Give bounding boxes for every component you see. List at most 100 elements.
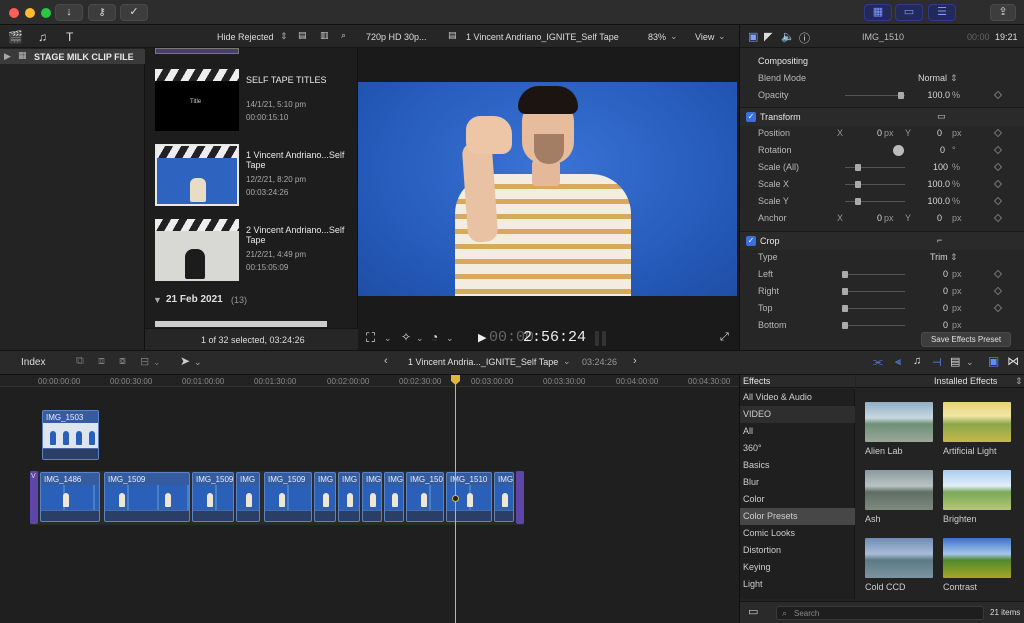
keyframe-diamond-icon[interactable] (993, 303, 1003, 313)
crop-overlay-icon[interactable]: ⌐ (937, 235, 942, 245)
filmstrip-icon[interactable]: ▥ (320, 30, 329, 41)
close-window-button[interactable] (9, 8, 19, 18)
effects-category[interactable]: Basics (740, 457, 855, 474)
crop-bottom-slider-knob[interactable] (842, 322, 848, 329)
keyframe-diamond-icon[interactable] (993, 269, 1003, 279)
storyline-end-handle[interactable] (516, 471, 524, 524)
opacity-value[interactable]: 100.0 (924, 90, 950, 100)
retime-speed-icon[interactable]: ◔ (431, 330, 438, 344)
crop-type-select[interactable]: Trim (930, 252, 948, 262)
crop-left-value[interactable]: 0 (938, 269, 948, 279)
blend-mode-select[interactable]: Normal (918, 73, 947, 83)
effects-category[interactable]: Light (740, 576, 855, 593)
crop-right-slider[interactable] (845, 291, 905, 292)
effects-category[interactable]: Keying (740, 559, 855, 576)
timeline-project-name[interactable]: 1 Vincent Andria..._IGNITE_Self Tape (408, 357, 558, 367)
photos-icon[interactable]: ♫ (38, 30, 47, 44)
keyframe-diamond-icon[interactable] (993, 90, 1003, 100)
effect-thumbnail[interactable] (943, 538, 1011, 578)
video-frame[interactable] (358, 82, 737, 296)
scale-x-value[interactable]: 100.0 (924, 179, 950, 189)
info-icon[interactable]: ⓘ (799, 30, 810, 46)
crop-right-slider-knob[interactable] (842, 288, 848, 295)
headphones-icon[interactable]: ♫ (913, 355, 921, 367)
position-x-value[interactable]: 0 (872, 128, 882, 138)
crop-left-slider-knob[interactable] (842, 271, 848, 278)
scale-y-value[interactable]: 100.0 (924, 196, 950, 206)
forward-arrow-icon[interactable]: › (633, 355, 637, 367)
installed-effects-header[interactable]: Installed Effects ⇕ (856, 375, 1024, 388)
effect-thumbnail[interactable] (865, 402, 933, 442)
effect-thumbnail[interactable] (943, 470, 1011, 510)
connect-clip-icon[interactable]: ⧉ (76, 355, 84, 368)
library-clapper-icon[interactable]: 🎬 (8, 30, 23, 44)
list-item[interactable]: 2 Vincent Andriano...Self Tape 21/2/21, … (145, 217, 358, 287)
video-inspector-icon[interactable]: ▣ (748, 30, 758, 43)
timeline-clip[interactable]: IMG (338, 472, 360, 522)
clip-thumbnail-partial[interactable] (155, 48, 239, 54)
disclosure-triangle-icon[interactable]: ▶ (4, 51, 11, 62)
clip-thumbnail[interactable]: Title (155, 69, 239, 131)
scale-all-value[interactable]: 100 (930, 162, 948, 172)
scale-y-slider-knob[interactable] (855, 198, 861, 205)
timeline-toggle-button[interactable]: ▭ (895, 4, 923, 21)
color-inspector-icon[interactable]: ◤ (764, 30, 772, 43)
rotation-dial[interactable] (893, 145, 904, 156)
keyframe-diamond-icon[interactable] (993, 128, 1003, 138)
timeline-clip[interactable]: IMG (384, 472, 404, 522)
filter-select[interactable]: Hide Rejected (217, 32, 274, 42)
effects-category-selected[interactable]: Color Presets (740, 508, 855, 525)
scale-x-slider[interactable] (845, 184, 905, 185)
transform-section[interactable]: ✓ Transform ▭ (740, 107, 1024, 126)
effects-category[interactable]: Distortion (740, 542, 855, 559)
transitions-browser-icon[interactable]: ⋈ (1007, 354, 1019, 368)
list-item[interactable]: Title SELF TAPE TITLES 14/1/21, 5:10 pm … (145, 67, 358, 137)
crop-checkbox[interactable]: ✓ (746, 236, 756, 246)
keyframe-diamond-icon[interactable] (993, 179, 1003, 189)
index-button[interactable]: Index (21, 357, 45, 368)
share-button[interactable]: ⇪ (990, 4, 1016, 21)
anchor-x-value[interactable]: 0 (872, 213, 882, 223)
insert-clip-icon[interactable]: ⧈ (98, 355, 105, 368)
effects-category[interactable]: Comic Looks (740, 525, 855, 542)
scale-x-slider-knob[interactable] (855, 181, 861, 188)
timeline-clip[interactable]: IMG (362, 472, 382, 522)
scale-all-slider[interactable] (845, 167, 905, 168)
effect-thumbnail[interactable] (865, 470, 933, 510)
audio-inspector-icon[interactable]: 🔈 (781, 30, 795, 43)
effects-category[interactable]: All (740, 423, 855, 440)
installed-effects-select[interactable]: Installed Effects (934, 376, 997, 386)
library-event-item[interactable]: ▶ ▦ STAGE MILK CLIP FILE (0, 49, 145, 64)
keyframe-diamond-icon[interactable] (993, 162, 1003, 172)
scale-all-slider-knob[interactable] (855, 164, 861, 171)
crop-left-slider[interactable] (845, 274, 905, 275)
rotation-value[interactable]: 0 (935, 145, 945, 155)
crop-bottom-slider[interactable] (845, 325, 905, 326)
crop-right-value[interactable]: 0 (938, 286, 948, 296)
keyframe-diamond-icon[interactable] (993, 213, 1003, 223)
clip-appearance-icon[interactable]: ▤ (298, 30, 307, 41)
clip-thumbnail[interactable] (155, 219, 239, 281)
keywords-button[interactable]: ⚷ (88, 4, 116, 21)
effects-browser-icon[interactable]: ▣ (988, 354, 999, 368)
audio-waveform-icon[interactable]: ⫘ (873, 356, 883, 369)
magic-wand-icon[interactable]: ✧ (401, 330, 411, 344)
opacity-slider[interactable] (845, 95, 905, 96)
transform-checkbox[interactable]: ✓ (746, 112, 756, 122)
effects-category[interactable]: Color (740, 491, 855, 508)
timeline-clip[interactable]: IMG_1486 (40, 472, 100, 522)
timeline-clip[interactable]: IMG_1509 (104, 472, 190, 522)
timeline[interactable]: 00:00:00:00 00:00:30:00 00:01:00:00 00:0… (0, 375, 739, 623)
view-menu[interactable]: View (695, 32, 714, 42)
effects-category[interactable]: All Video & Audio (740, 389, 855, 406)
transform-overlay-icon[interactable]: ▭ (937, 111, 946, 122)
transform-tool-icon[interactable]: ⛶ (366, 330, 375, 346)
play-button[interactable]: ▶ (478, 331, 486, 344)
position-y-value[interactable]: 0 (932, 128, 942, 138)
fullscreen-icon[interactable]: ⤢ (720, 331, 729, 344)
timeline-clip[interactable]: IMG_1509 (406, 472, 444, 522)
clip-thumbnail-partial[interactable] (155, 321, 327, 327)
clip-thumbnail[interactable] (155, 144, 239, 206)
crop-bottom-value[interactable]: 0 (938, 320, 948, 330)
skimming-icon[interactable]: ⫷ (895, 356, 901, 369)
